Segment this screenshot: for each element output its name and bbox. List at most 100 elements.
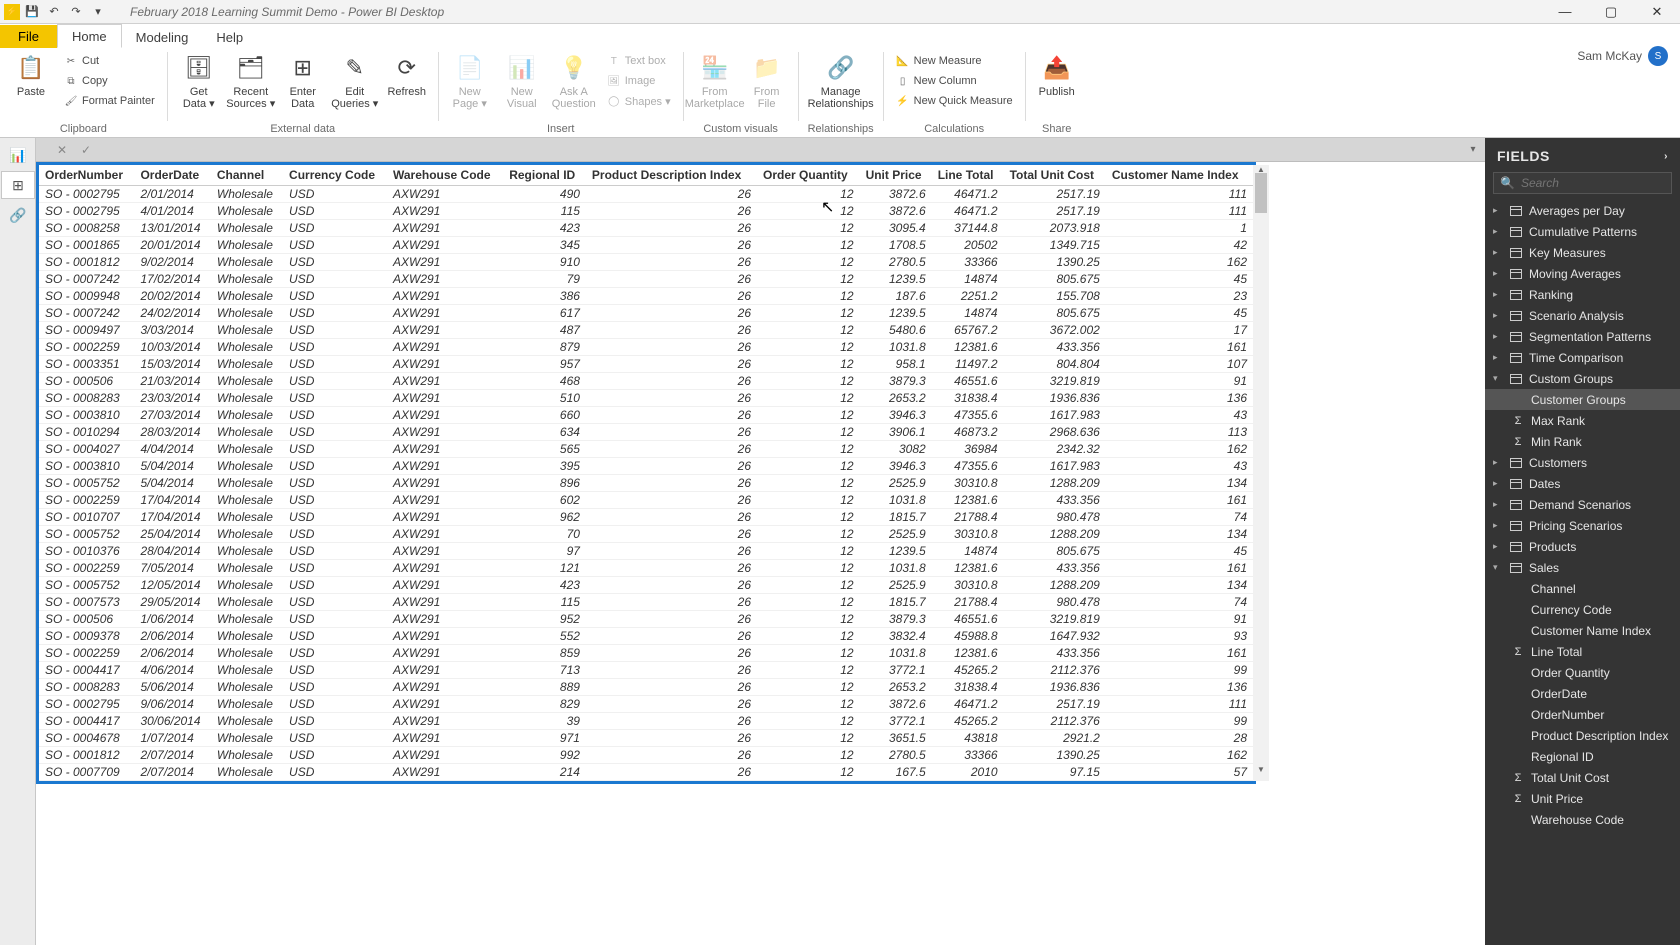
column-header[interactable]: OrderNumber bbox=[39, 165, 134, 186]
table-item[interactable]: ▸Scenario Analysis bbox=[1485, 305, 1680, 326]
table-item[interactable]: ▸Moving Averages bbox=[1485, 263, 1680, 284]
table-row[interactable]: SO - 000757329/05/2014WholesaleUSDAXW291… bbox=[39, 594, 1253, 611]
table-row[interactable]: SO - 00027959/06/2014WholesaleUSDAXW2918… bbox=[39, 696, 1253, 713]
table-row[interactable]: SO - 001029428/03/2014WholesaleUSDAXW291… bbox=[39, 424, 1253, 441]
image-button[interactable]: 🖼Image bbox=[603, 72, 675, 90]
table-item[interactable]: ▸Dates bbox=[1485, 473, 1680, 494]
vertical-scrollbar[interactable]: ▲ ▼ bbox=[1253, 165, 1269, 781]
field-item[interactable]: Order Quantity bbox=[1485, 662, 1680, 683]
fx-cancel-icon[interactable]: ✕ bbox=[54, 143, 70, 157]
table-item[interactable]: ▸Averages per Day bbox=[1485, 200, 1680, 221]
table-row[interactable]: SO - 000441730/06/2014WholesaleUSDAXW291… bbox=[39, 713, 1253, 730]
table-item[interactable]: ▸Cumulative Patterns bbox=[1485, 221, 1680, 242]
field-item[interactable]: Regional ID bbox=[1485, 746, 1680, 767]
table-row[interactable]: SO - 00018129/02/2014WholesaleUSDAXW2919… bbox=[39, 254, 1253, 271]
table-item[interactable]: ▸Time Comparison bbox=[1485, 347, 1680, 368]
qat-undo-icon[interactable]: ↶ bbox=[44, 2, 64, 22]
table-item[interactable]: ▸Segmentation Patterns bbox=[1485, 326, 1680, 347]
column-header[interactable]: Unit Price bbox=[860, 165, 932, 186]
table-row[interactable]: SO - 000575225/04/2014WholesaleUSDAXW291… bbox=[39, 526, 1253, 543]
field-item[interactable]: Currency Code bbox=[1485, 599, 1680, 620]
ask-question-button[interactable]: 💡Ask A Question bbox=[549, 50, 599, 110]
table-row[interactable]: SO - 00040274/04/2014WholesaleUSDAXW2915… bbox=[39, 441, 1253, 458]
search-input[interactable] bbox=[1521, 176, 1678, 190]
table-row[interactable]: SO - 00077092/07/2014WholesaleUSDAXW2912… bbox=[39, 764, 1253, 781]
publish-button[interactable]: 📤Publish bbox=[1032, 50, 1082, 98]
refresh-button[interactable]: ⟳Refresh bbox=[382, 50, 432, 98]
tab-help[interactable]: Help bbox=[202, 26, 257, 48]
table-row[interactable]: SO - 000225910/03/2014WholesaleUSDAXW291… bbox=[39, 339, 1253, 356]
column-header[interactable]: Total Unit Cost bbox=[1004, 165, 1106, 186]
edit-queries-button[interactable]: ✎Edit Queries ▾ bbox=[330, 50, 380, 110]
column-header[interactable]: Line Total bbox=[932, 165, 1004, 186]
field-item[interactable]: Channel bbox=[1485, 578, 1680, 599]
pane-collapse-icon[interactable]: › bbox=[1664, 151, 1668, 162]
minimize-button[interactable]: — bbox=[1542, 0, 1588, 24]
table-row[interactable]: SO - 00022597/05/2014WholesaleUSDAXW2911… bbox=[39, 560, 1253, 577]
copy-button[interactable]: ⧉Copy bbox=[60, 72, 159, 90]
manage-relationships-button[interactable]: 🔗Manage Relationships bbox=[805, 50, 877, 110]
scroll-thumb[interactable] bbox=[1255, 173, 1267, 213]
get-data-button[interactable]: 🗄Get Data ▾ bbox=[174, 50, 224, 110]
table-row[interactable]: SO - 000724224/02/2014WholesaleUSDAXW291… bbox=[39, 305, 1253, 322]
table-row[interactable]: SO - 00094973/03/2014WholesaleUSDAXW2914… bbox=[39, 322, 1253, 339]
table-item[interactable]: ▾Custom Groups bbox=[1485, 368, 1680, 389]
cut-button[interactable]: ✂Cut bbox=[60, 52, 159, 70]
table-row[interactable]: SO - 000225917/04/2014WholesaleUSDAXW291… bbox=[39, 492, 1253, 509]
maximize-button[interactable]: ▢ bbox=[1588, 0, 1634, 24]
column-header[interactable]: Regional ID bbox=[503, 165, 586, 186]
table-row[interactable]: SO - 0005061/06/2014WholesaleUSDAXW29195… bbox=[39, 611, 1253, 628]
field-item[interactable]: ΣMin Rank bbox=[1485, 431, 1680, 452]
table-item[interactable]: ▸Demand Scenarios bbox=[1485, 494, 1680, 515]
table-row[interactable]: SO - 001037628/04/2014WholesaleUSDAXW291… bbox=[39, 543, 1253, 560]
table-row[interactable]: SO - 00093782/06/2014WholesaleUSDAXW2915… bbox=[39, 628, 1253, 645]
table-item[interactable]: ▸Customers bbox=[1485, 452, 1680, 473]
column-header[interactable]: OrderDate bbox=[134, 165, 210, 186]
table-row[interactable]: SO - 000825813/01/2014WholesaleUSDAXW291… bbox=[39, 220, 1253, 237]
table-item[interactable]: ▸Pricing Scenarios bbox=[1485, 515, 1680, 536]
table-row[interactable]: SO - 00057525/04/2014WholesaleUSDAXW2918… bbox=[39, 475, 1253, 492]
report-view-button[interactable]: 📊 bbox=[1, 141, 35, 169]
column-header[interactable]: Warehouse Code bbox=[387, 165, 503, 186]
new-column-button[interactable]: ▯New Column bbox=[892, 72, 1017, 90]
table-row[interactable]: SO - 00027952/01/2014WholesaleUSDAXW2914… bbox=[39, 186, 1253, 203]
format-painter-button[interactable]: 🖌Format Painter bbox=[60, 92, 159, 110]
table-row[interactable]: SO - 00082835/06/2014WholesaleUSDAXW2918… bbox=[39, 679, 1253, 696]
close-button[interactable]: ✕ bbox=[1634, 0, 1680, 24]
table-item[interactable]: ▾Sales bbox=[1485, 557, 1680, 578]
field-item[interactable]: ΣMax Rank bbox=[1485, 410, 1680, 431]
table-row[interactable]: SO - 000186520/01/2014WholesaleUSDAXW291… bbox=[39, 237, 1253, 254]
qat-redo-icon[interactable]: ↷ bbox=[66, 2, 86, 22]
field-item[interactable]: Warehouse Code bbox=[1485, 809, 1680, 830]
table-row[interactable]: SO - 00027954/01/2014WholesaleUSDAXW2911… bbox=[39, 203, 1253, 220]
table-row[interactable]: SO - 00050621/03/2014WholesaleUSDAXW2914… bbox=[39, 373, 1253, 390]
field-item[interactable]: Product Description Index bbox=[1485, 725, 1680, 746]
field-item[interactable]: OrderDate bbox=[1485, 683, 1680, 704]
table-item[interactable]: ▸Ranking bbox=[1485, 284, 1680, 305]
scroll-down-icon[interactable]: ▼ bbox=[1253, 765, 1269, 781]
new-quick-measure-button[interactable]: ⚡New Quick Measure bbox=[892, 92, 1017, 110]
new-page-button[interactable]: 📄New Page ▾ bbox=[445, 50, 495, 110]
table-item[interactable]: ▸Key Measures bbox=[1485, 242, 1680, 263]
data-table[interactable]: OrderNumberOrderDateChannelCurrency Code… bbox=[36, 162, 1256, 784]
table-row[interactable]: SO - 00022592/06/2014WholesaleUSDAXW2918… bbox=[39, 645, 1253, 662]
fields-search[interactable]: 🔍 bbox=[1493, 172, 1672, 194]
tab-file[interactable]: File bbox=[0, 25, 57, 48]
column-header[interactable]: Channel bbox=[211, 165, 283, 186]
table-row[interactable]: SO - 000724217/02/2014WholesaleUSDAXW291… bbox=[39, 271, 1253, 288]
recent-sources-button[interactable]: 🗂Recent Sources ▾ bbox=[226, 50, 276, 110]
table-item[interactable]: ▸Products bbox=[1485, 536, 1680, 557]
table-row[interactable]: SO - 00044174/06/2014WholesaleUSDAXW2917… bbox=[39, 662, 1253, 679]
table-row[interactable]: SO - 000335115/03/2014WholesaleUSDAXW291… bbox=[39, 356, 1253, 373]
paste-button[interactable]: 📋 Paste bbox=[6, 50, 56, 98]
table-row[interactable]: SO - 000381027/03/2014WholesaleUSDAXW291… bbox=[39, 407, 1253, 424]
user-area[interactable]: Sam McKay S bbox=[1577, 46, 1668, 66]
new-visual-button[interactable]: 📊New Visual bbox=[497, 50, 547, 110]
enter-data-button[interactable]: ⊞Enter Data bbox=[278, 50, 328, 110]
data-view-button[interactable]: ⊞ bbox=[1, 171, 35, 199]
from-marketplace-button[interactable]: 🏪From Marketplace bbox=[690, 50, 740, 110]
table-row[interactable]: SO - 00046781/07/2014WholesaleUSDAXW2919… bbox=[39, 730, 1253, 747]
column-header[interactable]: Customer Name Index bbox=[1106, 165, 1253, 186]
fx-commit-icon[interactable]: ✓ bbox=[78, 143, 94, 157]
field-item[interactable]: Customer Groups bbox=[1485, 389, 1680, 410]
